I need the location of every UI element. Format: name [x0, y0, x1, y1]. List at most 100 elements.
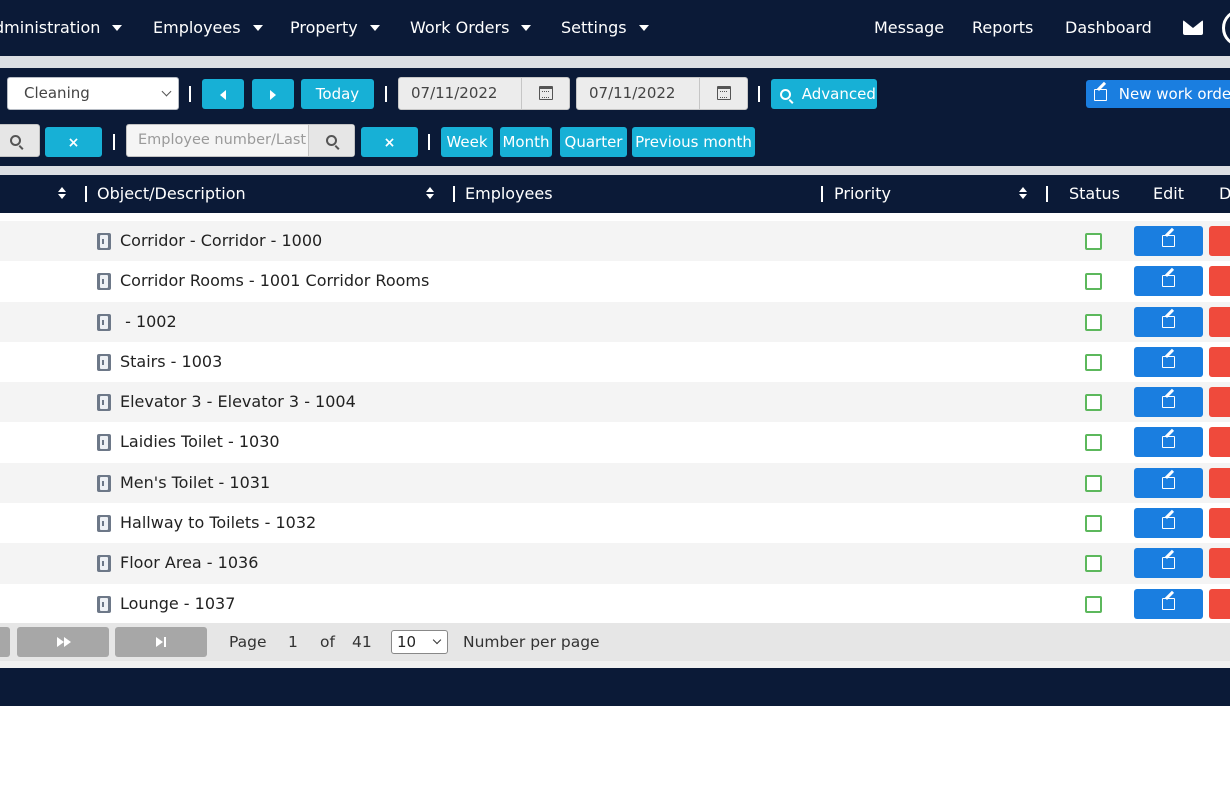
edit-icon	[1162, 396, 1175, 409]
status-checkbox[interactable]	[1085, 595, 1102, 613]
previous-page-button[interactable]	[0, 627, 10, 657]
caret-right-icon	[270, 89, 276, 100]
week-button[interactable]: Week	[441, 127, 493, 157]
advanced-search-button[interactable]: Advanced	[771, 79, 877, 109]
nav-reports-link[interactable]: Reports	[972, 0, 1033, 56]
nav-employees-menu[interactable]: Employees	[153, 0, 263, 56]
status-checkbox[interactable]	[1085, 434, 1102, 452]
delete-button[interactable]	[1209, 548, 1230, 579]
table-row[interactable]: Corridor Rooms - 1001 Corridor Rooms	[0, 261, 1230, 302]
search-icon	[326, 135, 337, 146]
door-icon	[97, 595, 111, 613]
door-icon	[97, 233, 111, 250]
edit-button[interactable]	[1134, 588, 1203, 619]
delete-button[interactable]	[1209, 226, 1230, 256]
nav-work-orders-label: Work Orders	[410, 18, 510, 37]
delete-button[interactable]	[1209, 588, 1230, 619]
table-row[interactable]: Floor Area - 1036	[0, 543, 1230, 584]
table-row[interactable]: Elevator 3 - Elevator 3 - 1004	[0, 382, 1230, 423]
edit-button[interactable]	[1134, 548, 1203, 579]
calendar-icon	[539, 86, 553, 100]
next-period-button[interactable]	[252, 79, 294, 109]
avatar[interactable]	[1222, 9, 1230, 47]
column-header-object-description[interactable]: Object/Description	[97, 175, 246, 213]
column-header-priority[interactable]: Priority	[834, 175, 891, 213]
edit-button[interactable]	[1134, 266, 1203, 297]
date-to-calendar-button[interactable]	[699, 78, 747, 109]
separator	[189, 86, 191, 102]
delete-button[interactable]	[1209, 306, 1230, 337]
edit-button[interactable]	[1134, 467, 1203, 498]
chevron-down-icon	[161, 86, 172, 97]
object-search-button[interactable]	[0, 124, 40, 157]
sort-icon[interactable]	[58, 187, 66, 201]
table-row[interactable]: Corridor - Corridor - 1000	[0, 221, 1230, 262]
status-checkbox[interactable]	[1085, 394, 1102, 412]
close-icon: ×	[383, 135, 396, 151]
edit-button[interactable]	[1134, 306, 1203, 337]
table-row[interactable]: Hallway to Toilets - 1032	[0, 503, 1230, 544]
clear-employee-filter-button[interactable]: ×	[361, 127, 418, 157]
nav-work-orders-menu[interactable]: Work Orders	[410, 0, 532, 56]
new-work-order-button[interactable]: New work order	[1086, 80, 1230, 108]
nav-settings-menu[interactable]: Settings	[561, 0, 649, 56]
clear-object-filter-button[interactable]: ×	[45, 127, 102, 157]
edit-icon	[1162, 355, 1175, 368]
delete-button[interactable]	[1209, 508, 1230, 539]
delete-button[interactable]	[1209, 467, 1230, 498]
sort-icon[interactable]	[1019, 187, 1027, 201]
per-page-select[interactable]: 10	[391, 630, 448, 654]
month-button[interactable]: Month	[500, 127, 552, 157]
delete-button[interactable]	[1209, 427, 1230, 458]
row-description: Stairs - 1003	[120, 351, 223, 371]
status-checkbox[interactable]	[1085, 353, 1102, 371]
last-page-button[interactable]	[115, 627, 207, 657]
status-checkbox[interactable]	[1085, 313, 1102, 331]
nav-settings-label: Settings	[561, 18, 627, 37]
status-checkbox[interactable]	[1085, 273, 1102, 291]
table-row[interactable]: Men's Toilet - 1031	[0, 462, 1230, 504]
door-icon	[97, 515, 111, 533]
edit-button[interactable]	[1134, 508, 1203, 539]
column-separator	[85, 186, 87, 202]
nav-administration-menu[interactable]: dministration	[0, 0, 123, 56]
previous-period-button[interactable]	[202, 79, 244, 109]
status-checkbox[interactable]	[1085, 474, 1102, 492]
row-description: Corridor - Corridor - 1000	[120, 231, 323, 250]
delete-button[interactable]	[1209, 346, 1230, 377]
today-button[interactable]: Today	[301, 79, 374, 109]
employee-search-button[interactable]	[308, 125, 354, 156]
delete-button[interactable]	[1209, 266, 1230, 297]
table-row[interactable]: - 1002	[0, 301, 1230, 342]
quarter-button[interactable]: Quarter	[560, 127, 627, 157]
edit-button[interactable]	[1134, 387, 1203, 418]
column-header-edit: Edit	[1153, 184, 1184, 203]
work-type-select[interactable]: Cleaning	[7, 77, 179, 110]
mail-icon[interactable]	[1183, 20, 1203, 35]
table-row[interactable]: Laidies Toilet - 1030	[0, 422, 1230, 463]
status-checkbox[interactable]	[1085, 515, 1102, 533]
table-row[interactable]: Stairs - 1003	[0, 341, 1230, 383]
nav-dashboard-link[interactable]: Dashboard	[1065, 0, 1152, 56]
nav-property-menu[interactable]: Property	[290, 0, 380, 56]
date-from-input[interactable]: 07/11/2022	[398, 77, 570, 110]
status-checkbox[interactable]	[1085, 233, 1102, 250]
delete-button[interactable]	[1209, 387, 1230, 418]
previous-month-button[interactable]: Previous month	[632, 127, 755, 157]
edit-button[interactable]	[1134, 226, 1203, 256]
next-page-button[interactable]	[17, 627, 109, 657]
door-icon	[97, 474, 111, 492]
chevron-down-icon	[112, 24, 123, 31]
date-to-input[interactable]: 07/11/2022	[576, 77, 748, 110]
employee-search-input[interactable]: Employee number/Last	[126, 124, 355, 157]
close-icon: ×	[67, 135, 80, 151]
date-from-calendar-button[interactable]	[521, 78, 569, 109]
table-row[interactable]: Lounge - 1037	[0, 583, 1230, 624]
edit-button[interactable]	[1134, 346, 1203, 377]
sort-icon[interactable]	[426, 187, 434, 201]
edit-icon	[1162, 597, 1175, 610]
status-checkbox[interactable]	[1085, 555, 1102, 573]
edit-button[interactable]	[1134, 427, 1203, 458]
column-header-employees[interactable]: Employees	[465, 175, 553, 213]
nav-message-link[interactable]: Message	[874, 0, 944, 56]
